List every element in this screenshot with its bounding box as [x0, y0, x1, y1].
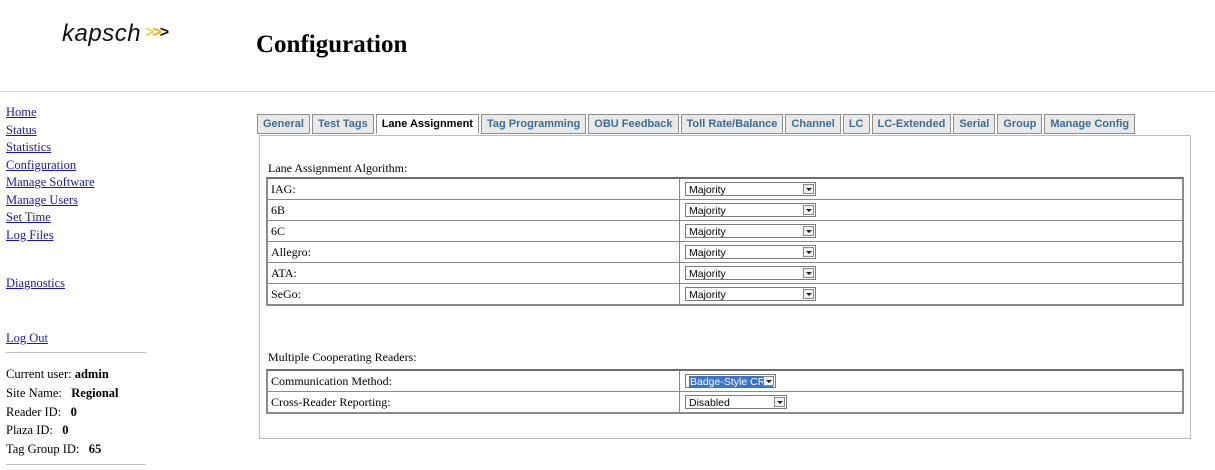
chevron-down-icon[interactable] [803, 226, 814, 236]
row-label: 6C [268, 221, 680, 241]
row-label: 6B [268, 200, 680, 220]
sidebar-divider [6, 352, 146, 353]
table-row: 6C Majority [268, 221, 1182, 242]
row-label: SeGo: [268, 284, 680, 304]
tab-lane-assignment[interactable]: Lane Assignment [375, 114, 479, 134]
table-row: ATA: Majority [268, 263, 1182, 284]
logo-text: kapsch [62, 20, 142, 47]
tab-serial[interactable]: Serial [953, 114, 996, 134]
site-name-row: Site Name: Regional [6, 385, 119, 400]
cooperating-readers-section-title: Multiple Cooperating Readers: [268, 350, 417, 364]
tab-lc[interactable]: LC [842, 114, 870, 134]
tag-group-id-row: Tag Group ID: 65 [6, 442, 102, 457]
row-label: ATA: [268, 263, 680, 283]
current-user-row: Current user: admin [6, 367, 109, 381]
nav-diagnostics-link[interactable]: Diagnostics [6, 274, 65, 294]
plaza-id-row: Plaza ID: 0 [6, 423, 69, 438]
page-title: Configuration [256, 31, 408, 58]
lane-assignment-panel: Lane Assignment Algorithm: IAG: Majority… [259, 135, 1191, 439]
chevron-down-icon[interactable] [774, 397, 785, 407]
tab-manage-config[interactable]: Manage Config [1044, 114, 1136, 134]
iag-algorithm-select[interactable]: Majority [685, 182, 816, 196]
table-row: Cross-Reader Reporting: Disabled [268, 392, 1182, 412]
chevron-down-icon[interactable] [803, 205, 814, 215]
table-row: 6B Majority [268, 200, 1182, 221]
page-header: kapsch >>> Configuration [0, 0, 1215, 92]
logout-link[interactable]: Log Out [6, 329, 48, 349]
reader-id-value: 0 [70, 404, 77, 419]
header-divider [0, 91, 1215, 92]
nav-log-files-link[interactable]: Log Files [6, 226, 166, 246]
lane-assignment-section-title: Lane Assignment Algorithm: [268, 161, 408, 175]
6c-algorithm-select[interactable]: Majority [685, 224, 816, 238]
logo-chevrons-icon: >>> [145, 24, 169, 41]
sidebar-bottom-divider [6, 464, 146, 465]
reader-id-row: Reader ID: 0 [6, 404, 77, 419]
row-label: Allegro: [268, 242, 680, 262]
sego-algorithm-select[interactable]: Majority [685, 287, 816, 301]
sidebar: Home Status Statistics Configuration Man… [6, 103, 166, 465]
config-tabs: General Test Tags Lane Assignment Tag Pr… [257, 114, 1137, 134]
user-info: Current user: admin Site Name: Regional … [6, 365, 171, 459]
tag-group-id-value: 65 [88, 442, 102, 457]
6b-algorithm-select[interactable]: Majority [685, 203, 816, 217]
communication-method-select[interactable]: Badge-Style CRA [685, 374, 776, 388]
tab-channel[interactable]: Channel [785, 114, 841, 134]
cooperating-readers-table: Communication Method: Badge-Style CRA Cr… [266, 369, 1184, 414]
allegro-algorithm-select[interactable]: Majority [685, 245, 816, 259]
row-label: IAG: [268, 179, 680, 199]
sidebar-nav: Home Status Statistics Configuration Man… [6, 103, 166, 245]
tab-test-tags[interactable]: Test Tags [311, 114, 374, 134]
site-name-value: Regional [71, 385, 119, 400]
table-row: Communication Method: Badge-Style CRA [268, 371, 1182, 392]
tab-general[interactable]: General [257, 114, 310, 134]
row-label: Cross-Reader Reporting: [268, 392, 680, 412]
tab-toll-rate-balance[interactable]: Toll Rate/Balance [680, 114, 784, 134]
kapsch-logo: kapsch >>> [62, 20, 169, 48]
cross-reader-reporting-select[interactable]: Disabled [685, 395, 787, 409]
chevron-down-icon[interactable] [803, 268, 814, 278]
table-row: SeGo: Majority [268, 284, 1182, 304]
tab-tag-programming[interactable]: Tag Programming [480, 114, 587, 134]
chevron-down-icon[interactable] [763, 376, 774, 386]
plaza-id-value: 0 [62, 423, 69, 438]
ata-algorithm-select[interactable]: Majority [685, 266, 816, 280]
table-row: IAG: Majority [268, 179, 1182, 200]
chevron-down-icon[interactable] [803, 184, 814, 194]
tab-lc-extended[interactable]: LC-Extended [871, 114, 952, 134]
table-row: Allegro: Majority [268, 242, 1182, 263]
chevron-down-icon[interactable] [803, 289, 814, 299]
lane-assignment-table: IAG: Majority 6B Majority 6C Majority Al… [266, 177, 1184, 306]
chevron-down-icon[interactable] [803, 247, 814, 257]
row-label: Communication Method: [268, 371, 680, 391]
tab-obu-feedback[interactable]: OBU Feedback [588, 114, 679, 134]
tab-group[interactable]: Group [997, 114, 1043, 134]
current-user-value: admin [74, 367, 109, 381]
